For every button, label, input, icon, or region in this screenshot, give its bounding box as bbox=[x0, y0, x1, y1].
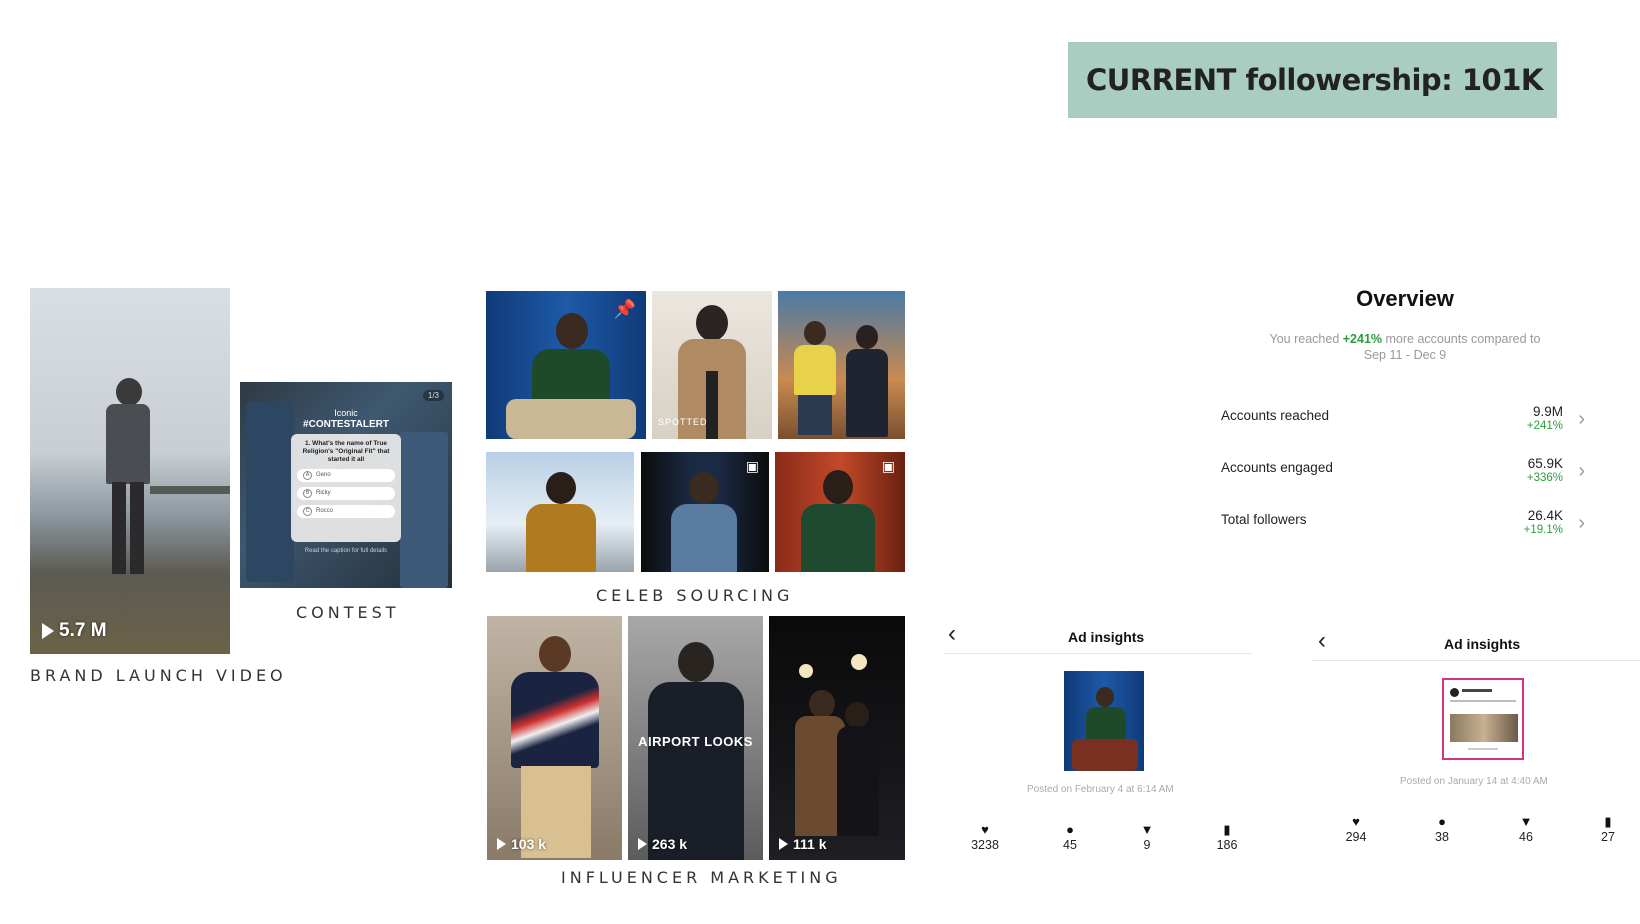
celeb-sourcing-caption: CELEB SOURCING bbox=[596, 586, 794, 605]
stat-saves: ▮ 186 bbox=[1197, 822, 1257, 852]
reel-icon: ▣ bbox=[881, 458, 895, 474]
ad-insights-title: Ad insights bbox=[1068, 629, 1145, 645]
celeb-photo-3[interactable] bbox=[778, 291, 905, 439]
contest-quiz-card[interactable]: 1. What's the name of True Religion's "O… bbox=[291, 434, 401, 542]
ad-posted-date: Posted on January 14 at 4:40 AM bbox=[1400, 776, 1548, 787]
row-label: Accounts reached bbox=[1221, 408, 1330, 423]
comment-icon: ● bbox=[1438, 814, 1446, 829]
row-value: 26.4K bbox=[1527, 508, 1563, 523]
followership-banner: CURRENT followership: 101K bbox=[1068, 42, 1557, 118]
share-icon: ▼ bbox=[1519, 814, 1533, 829]
airport-looks-label: AIRPORT LOOKS bbox=[638, 734, 753, 749]
ad-posted-date: Posted on February 4 at 6:14 AM bbox=[1027, 784, 1174, 795]
play-icon bbox=[497, 838, 506, 850]
contest-brand: Iconic bbox=[334, 408, 358, 418]
stat-comments: ● 38 bbox=[1412, 814, 1472, 844]
brand-launch-caption: BRAND LAUNCH VIDEO bbox=[30, 666, 287, 685]
comment-icon: ● bbox=[1066, 822, 1074, 837]
contest-page-indicator: 1/3 bbox=[422, 390, 444, 401]
influencer-video-2-views: 263 k bbox=[638, 836, 687, 852]
stat-saves: ▮ 27 bbox=[1578, 814, 1638, 844]
play-icon bbox=[779, 838, 788, 850]
row-change: +241% bbox=[1526, 420, 1563, 432]
celeb-photo-1[interactable]: 📌 bbox=[486, 291, 646, 439]
divider bbox=[944, 653, 1252, 654]
celeb-photo-5[interactable]: ▣ bbox=[641, 452, 769, 572]
contest-post-thumbnail[interactable]: 1/3 Iconic #CONTESTALERT 1. What's the n… bbox=[240, 382, 452, 588]
stat-shares: ▼ 9 bbox=[1117, 822, 1177, 852]
contest-option-a[interactable]: A Geno bbox=[297, 469, 395, 482]
row-value: 65.9K bbox=[1527, 456, 1563, 471]
contest-footnote: Read the caption for full details bbox=[304, 548, 388, 554]
contest-caption: CONTEST bbox=[296, 603, 400, 622]
influencer-video-1-views: 103 k bbox=[497, 836, 546, 852]
influencer-video-3-views: 111 k bbox=[779, 836, 827, 852]
ad-thumbnail-2[interactable] bbox=[1442, 678, 1524, 760]
influencer-marketing-caption: INFLUENCER MARKETING bbox=[561, 868, 842, 887]
stat-shares: ▼ 46 bbox=[1496, 814, 1556, 844]
celeb-photo-4[interactable] bbox=[486, 452, 634, 572]
contest-option-b[interactable]: B Ricky bbox=[297, 487, 395, 500]
play-icon bbox=[42, 623, 54, 639]
share-icon: ▼ bbox=[1140, 822, 1154, 837]
row-change: +19.1% bbox=[1523, 524, 1563, 536]
stat-likes: ♥ 294 bbox=[1326, 814, 1386, 844]
row-label: Accounts engaged bbox=[1221, 460, 1333, 475]
back-arrow-icon[interactable]: ‹ bbox=[948, 620, 956, 648]
celeb-photo-2[interactable]: SPOTTED bbox=[652, 291, 772, 439]
celeb-photo-6[interactable]: ▣ bbox=[775, 452, 905, 572]
overview-subtitle-pct: +241% bbox=[1342, 332, 1383, 346]
model-figure bbox=[102, 378, 154, 578]
followership-text: CURRENT followership: 101K bbox=[1086, 63, 1543, 97]
overview-title: Overview bbox=[1356, 286, 1454, 311]
spotted-label: SPOTTED bbox=[658, 417, 708, 427]
back-arrow-icon[interactable]: ‹ bbox=[1318, 627, 1326, 655]
brand-launch-video-thumbnail[interactable]: 5.7 M bbox=[30, 288, 230, 654]
stat-comments: ● 45 bbox=[1040, 822, 1100, 852]
contest-hashtag: #CONTESTALERT bbox=[303, 419, 389, 430]
row-value: 9.9M bbox=[1532, 404, 1563, 419]
influencer-video-3[interactable]: 111 k bbox=[769, 616, 905, 860]
heart-icon: ♥ bbox=[1352, 814, 1360, 829]
divider bbox=[1312, 660, 1640, 661]
overview-row-accounts-engaged[interactable]: Accounts engaged 65.9K +336% › bbox=[1221, 456, 1591, 492]
chevron-right-icon: › bbox=[1578, 408, 1585, 430]
chevron-right-icon: › bbox=[1578, 512, 1585, 534]
overview-row-accounts-reached[interactable]: Accounts reached 9.9M +241% › bbox=[1221, 404, 1591, 440]
contest-question: 1. What's the name of True Religion's "O… bbox=[302, 440, 390, 463]
row-change: +336% bbox=[1526, 472, 1563, 484]
influencer-video-1[interactable]: 103 k bbox=[487, 616, 622, 860]
bookmark-icon: ▮ bbox=[1604, 814, 1612, 829]
influencer-video-2[interactable]: AIRPORT LOOKS 263 k bbox=[628, 616, 763, 860]
heart-icon: ♥ bbox=[981, 822, 989, 837]
overview-row-total-followers[interactable]: Total followers 26.4K +19.1% › bbox=[1221, 508, 1591, 544]
play-icon bbox=[638, 838, 647, 850]
overview-subtitle: You reached +241% more accounts compared… bbox=[1269, 332, 1541, 362]
reel-icon: ▣ bbox=[745, 458, 759, 474]
bookmark-icon: ▮ bbox=[1223, 822, 1231, 837]
row-label: Total followers bbox=[1221, 512, 1307, 527]
brand-launch-views: 5.7 M bbox=[42, 620, 107, 642]
chevron-right-icon: › bbox=[1578, 460, 1585, 482]
stat-likes: ♥ 3238 bbox=[955, 822, 1015, 852]
contest-option-c[interactable]: C Rocco bbox=[297, 505, 395, 518]
pin-icon: 📌 bbox=[613, 299, 636, 319]
overview-date-range: Sep 11 - Dec 9 bbox=[1363, 348, 1447, 362]
ad-thumbnail-1[interactable] bbox=[1064, 671, 1144, 771]
ad-insights-title: Ad insights bbox=[1444, 636, 1521, 652]
